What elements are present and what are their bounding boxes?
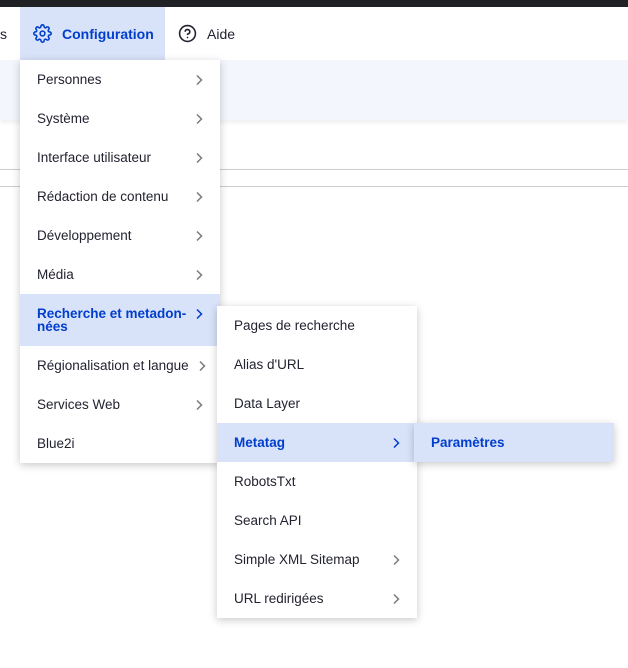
- menu-item-metatag[interactable]: Metatag: [217, 423, 417, 462]
- chevron-right-icon: [390, 437, 402, 449]
- chevron-right-icon: [193, 399, 205, 411]
- menu-item-label: Rédaction de contenu: [37, 189, 169, 204]
- gear-icon: [33, 24, 52, 43]
- toolbar-item-partial[interactable]: s: [0, 26, 7, 42]
- menu-item-recherche-et-metadonnees[interactable]: Recherche et metadon-nées: [20, 294, 220, 346]
- menu-item-data-layer[interactable]: Data Layer: [217, 384, 417, 423]
- menu-item-pages-de-recherche[interactable]: Pages de recherche: [217, 306, 417, 345]
- menu-item-label: Développement: [37, 228, 132, 243]
- toolbar-configuration[interactable]: Configuration: [20, 7, 165, 60]
- menu-item-label: Personnes: [37, 72, 102, 87]
- chevron-right-icon: [196, 360, 208, 372]
- menu-item-url-redirigees[interactable]: URL redirigées: [217, 579, 417, 618]
- menu-item-simple-xml-sitemap[interactable]: Simple XML Sitemap: [217, 540, 417, 579]
- menu-item-label: Alias d'URL: [234, 357, 305, 372]
- chevron-right-icon: [390, 554, 402, 566]
- menu-item-developpement[interactable]: Développement: [20, 216, 220, 255]
- toolbar-aide-label: Aide: [207, 25, 236, 42]
- menu-item-personnes[interactable]: Personnes: [20, 60, 220, 99]
- chevron-right-icon: [390, 593, 402, 605]
- menu-item-label: Système: [37, 111, 90, 126]
- menu-item-label: Pages de recherche: [234, 318, 355, 333]
- top-dark-strip: [0, 0, 628, 7]
- menu-item-robotstxt[interactable]: RobotsTxt: [217, 462, 417, 501]
- menu-item-label: Interface utilisateur: [37, 150, 152, 165]
- menu-item-media[interactable]: Média: [20, 255, 220, 294]
- chevron-right-icon: [193, 74, 205, 86]
- chevron-right-icon: [193, 269, 205, 281]
- menu-item-label: Simple XML Sitemap: [234, 552, 360, 567]
- metatag-submenu: Paramètres: [414, 423, 614, 462]
- menu-item-regionalisation-et-langue[interactable]: Régionalisation et langue: [20, 346, 220, 385]
- toolbar-aide[interactable]: Aide: [178, 7, 235, 60]
- menu-item-label: RobotsTxt: [234, 474, 296, 489]
- menu-item-blue2i[interactable]: Blue2i: [20, 424, 220, 463]
- menu-item-services-web[interactable]: Services Web: [20, 385, 220, 424]
- menu-item-label: Blue2i: [37, 436, 75, 451]
- menu-item-label: Search API: [234, 513, 302, 528]
- menu-item-alias-url[interactable]: Alias d'URL: [217, 345, 417, 384]
- menu-item-search-api[interactable]: Search API: [217, 501, 417, 540]
- chevron-right-icon: [193, 230, 205, 242]
- menu-item-label: Média: [37, 267, 74, 282]
- toolbar-configuration-label: Configuration: [62, 25, 154, 42]
- menu-item-label: Metatag: [234, 435, 286, 450]
- chevron-right-icon: [193, 191, 205, 203]
- menu-item-label-line2: nées: [37, 319, 68, 334]
- menu-item-redaction-de-contenu[interactable]: Rédaction de contenu: [20, 177, 220, 216]
- menu-item-label: Recherche et metadon-nées: [37, 307, 186, 334]
- chevron-right-icon: [193, 113, 205, 125]
- menu-item-parametres[interactable]: Paramètres: [414, 423, 614, 462]
- menu-item-label: Régionalisation et langue: [37, 358, 189, 373]
- recherche-submenu: Pages de recherche Alias d'URL Data Laye…: [217, 306, 417, 618]
- configuration-dropdown-menu: Personnes Système Interface utilisateur …: [20, 60, 220, 463]
- chevron-right-icon: [193, 308, 205, 320]
- help-circle-icon: [178, 24, 197, 43]
- menu-item-label: Paramètres: [431, 435, 505, 450]
- menu-item-label: Data Layer: [234, 396, 301, 411]
- menu-item-systeme[interactable]: Système: [20, 99, 220, 138]
- menu-item-label: Services Web: [37, 397, 121, 412]
- menu-item-interface-utilisateur[interactable]: Interface utilisateur: [20, 138, 220, 177]
- menu-item-label: URL redirigées: [234, 591, 324, 606]
- chevron-right-icon: [193, 152, 205, 164]
